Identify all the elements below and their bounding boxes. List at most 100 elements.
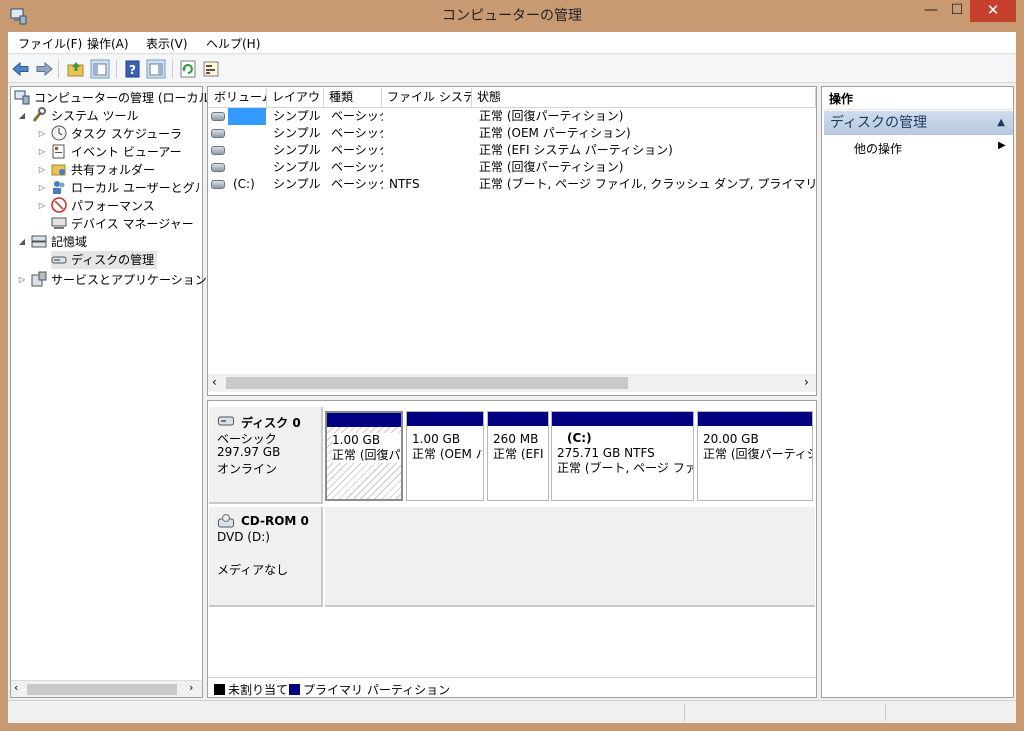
scroll-thumb[interactable] <box>27 684 177 695</box>
partition-oem[interactable]: 1.00 GB 正常 (OEM パーティション) <box>406 411 484 501</box>
scroll-left-icon[interactable]: ‹ <box>14 681 18 694</box>
tree-disk-management-label: ディスクの管理 <box>71 253 155 267</box>
show-hide-tree-icon[interactable] <box>90 59 110 79</box>
tree-task-scheduler[interactable]: タスク スケジューラ <box>51 125 182 143</box>
scroll-left-icon[interactable]: ‹ <box>212 375 217 389</box>
partition-recovery-1[interactable]: 1.00 GB 正常 (回復パーティション) <box>325 411 403 501</box>
partition-label: (C:) <box>567 431 592 445</box>
clock-icon <box>51 125 67 141</box>
tree-storage[interactable]: 記憶域 <box>31 233 87 251</box>
cdrom-0-label[interactable]: CD-ROM 0 DVD (D:) メディアなし <box>209 507 323 607</box>
properties-icon[interactable] <box>201 59 221 79</box>
tree-event-viewer[interactable]: イベント ビューアー <box>51 143 182 161</box>
expand-arrow-icon[interactable]: ▷ <box>17 275 27 284</box>
partition-type-bar <box>698 412 812 426</box>
minimize-button[interactable]: — <box>918 0 944 22</box>
legend-primary: プライマリ パーティション <box>289 681 450 698</box>
menu-bar: ファイル(F) 操作(A) 表示(V) ヘルプ(H) <box>8 32 1016 54</box>
column-header-type[interactable]: 種類 <box>324 88 382 108</box>
tree-services-apps-label: サービスとアプリケーション <box>51 273 207 287</box>
collapse-arrow-icon[interactable]: ◢ <box>17 237 27 246</box>
scroll-thumb[interactable] <box>226 377 628 389</box>
partition-status: 正常 (ブート, ページ ファイル, クラッシュ ダンプ) <box>557 461 693 475</box>
tree-device-manager[interactable]: デバイス マネージャー <box>51 215 194 233</box>
drive-icon <box>211 146 225 155</box>
tree-performance[interactable]: パフォーマンス <box>51 197 155 215</box>
action-section-disk-management[interactable]: ディスクの管理 ▲ <box>824 111 1013 135</box>
refresh-icon[interactable] <box>178 59 198 79</box>
volume-name: (C:) <box>233 177 255 191</box>
unallocated-swatch <box>214 684 225 695</box>
expand-arrow-icon[interactable]: ▷ <box>37 129 47 138</box>
volume-fs: NTFS <box>389 177 420 191</box>
volume-name <box>228 108 266 125</box>
collapse-arrow-icon[interactable]: ◢ <box>17 111 27 120</box>
legend-unallocated: 未割り当て <box>214 681 288 698</box>
show-hide-action-pane-icon[interactable] <box>146 59 166 79</box>
tree-system-tools-label: システム ツール <box>51 109 139 123</box>
tools-icon <box>32 107 46 122</box>
volume-type: ベーシック <box>331 126 383 140</box>
column-header-layout[interactable]: レイアウト <box>267 88 324 108</box>
volume-row[interactable]: (C:) シンプル ベーシック NTFS 正常 (ブート, ページ ファイル, … <box>209 176 815 193</box>
window-title: コンピューターの管理 <box>442 8 582 24</box>
expand-arrow-icon[interactable]: ▷ <box>37 201 47 210</box>
partition-c-drive[interactable]: (C:) 275.71 GB NTFS 正常 (ブート, ページ ファイル, ク… <box>551 411 694 501</box>
action-pane-header: 操作 <box>823 88 1012 110</box>
back-arrow-icon[interactable] <box>11 59 31 79</box>
partition-size: 275.71 GB NTFS <box>557 446 655 460</box>
partition-size: 1.00 GB <box>412 432 461 446</box>
cdrom-0-name: CD-ROM 0 <box>241 514 309 528</box>
volume-type: ベーシック <box>331 177 383 191</box>
tree-disk-management[interactable]: ディスクの管理 <box>51 251 158 269</box>
column-header-volume[interactable]: ボリューム <box>209 88 267 108</box>
help-icon[interactable]: ? <box>123 59 143 79</box>
partition-status: 正常 (OEM パーティション) <box>412 447 483 461</box>
forward-arrow-icon[interactable] <box>34 59 54 79</box>
volume-type: ベーシック <box>331 143 383 157</box>
volume-list-horizontal-scrollbar[interactable]: ‹ › <box>208 374 816 392</box>
partition-status: 正常 (回復パーティション) <box>703 447 812 461</box>
action-more-actions[interactable]: 他の操作 <box>854 140 902 157</box>
tree-local-users[interactable]: ローカル ユーザーとグループ <box>51 179 201 197</box>
hard-disk-icon <box>218 416 234 426</box>
submenu-arrow-icon[interactable]: ▶ <box>998 140 1006 151</box>
status-divider <box>885 704 886 721</box>
scroll-right-icon[interactable]: › <box>804 375 809 389</box>
partition-status: 正常 (回復パーティション) <box>332 448 401 462</box>
expand-arrow-icon[interactable]: ▷ <box>37 183 47 192</box>
column-header-status[interactable]: 状態 <box>472 88 816 108</box>
menu-help[interactable]: ヘルプ(H) <box>206 35 260 52</box>
partition-type-bar <box>552 412 693 426</box>
users-icon <box>53 181 65 194</box>
close-button[interactable]: ✕ <box>970 0 1016 22</box>
menu-file[interactable]: ファイル(F) <box>18 35 82 52</box>
partition-efi[interactable]: 260 MB 正常 (EFI システム パーティション) <box>487 411 549 501</box>
tree-services-apps[interactable]: サービスとアプリケーション <box>31 271 207 289</box>
volume-layout: シンプル <box>273 160 321 174</box>
menu-action[interactable]: 操作(A) <box>87 35 129 52</box>
up-folder-icon[interactable] <box>66 59 86 79</box>
disk-0-label[interactable]: ディスク 0 ベーシック 297.97 GB オンライン <box>209 407 323 504</box>
column-header-filesystem[interactable]: ファイル システム <box>382 88 472 108</box>
volume-row[interactable]: シンプル ベーシック 正常 (回復パーティション) <box>209 159 815 176</box>
maximize-button[interactable]: ☐ <box>944 0 970 22</box>
tree-system-tools[interactable]: システム ツール <box>31 107 138 125</box>
expand-arrow-icon[interactable]: ▷ <box>37 147 47 156</box>
collapse-up-icon[interactable]: ▲ <box>997 111 1005 135</box>
volume-row[interactable]: シンプル ベーシック 正常 (EFI システム パーティション) <box>209 142 815 159</box>
menu-view[interactable]: 表示(V) <box>146 35 188 52</box>
status-divider <box>684 704 685 721</box>
partition-recovery-2[interactable]: 20.00 GB 正常 (回復パーティション) <box>697 411 813 501</box>
tree-root[interactable]: コンピューターの管理 (ローカル) <box>14 89 215 107</box>
scroll-right-icon[interactable]: › <box>189 681 193 694</box>
expand-arrow-icon[interactable]: ▷ <box>37 165 47 174</box>
tree-task-scheduler-label: タスク スケジューラ <box>71 127 182 141</box>
volume-row[interactable]: シンプル ベーシック 正常 (回復パーティション) <box>209 108 815 125</box>
tree-performance-label: パフォーマンス <box>71 199 155 213</box>
tree-horizontal-scrollbar[interactable]: ‹ › <box>11 680 202 697</box>
cdrom-0-empty-area <box>325 507 815 607</box>
tree-shared-folders[interactable]: 共有フォルダー <box>51 161 155 179</box>
partition-size: 20.00 GB <box>703 432 759 446</box>
volume-row[interactable]: シンプル ベーシック 正常 (OEM パーティション) <box>209 125 815 142</box>
